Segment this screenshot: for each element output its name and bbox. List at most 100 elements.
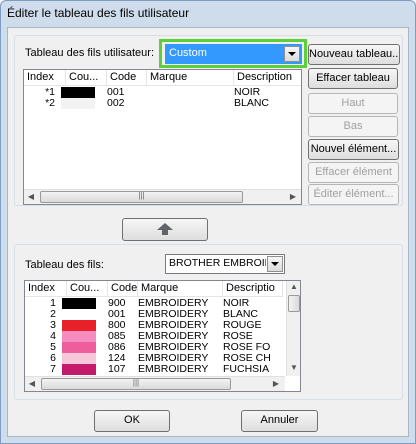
cell-index: 6 (50, 353, 56, 364)
cell-description: FUCHSIA (223, 364, 270, 375)
table-row[interactable]: *2 002 BLANC (24, 98, 300, 109)
column-header-index[interactable]: Index (24, 70, 66, 86)
scroll-up-icon[interactable]: ▲ (289, 282, 299, 292)
user-list-hscrollbar[interactable]: ◀ ||| ▶ (24, 189, 301, 204)
cell-color-swatch (59, 364, 105, 375)
cell-code: 001 (107, 87, 125, 98)
dialog-window: Éditer le tableau des fils utilisateur T… (0, 0, 416, 444)
dialog-client: Tableau des fils utilisateur: Custom Ind… (7, 27, 409, 437)
column-header-description[interactable]: Descriptio (223, 281, 283, 297)
cell-brand: EMBROIDERY (138, 342, 209, 353)
cell-brand: EMBROIDERY (138, 298, 209, 309)
cell-brand: EMBROIDERY (138, 331, 209, 342)
cell-description: ROUGE (223, 320, 262, 331)
column-header-index[interactable]: Index (25, 281, 67, 297)
cell-brand (144, 87, 231, 98)
cell-code: 086 (108, 342, 126, 353)
table-row[interactable]: *1 001 NOIR (24, 87, 300, 98)
thread-list[interactable]: Index Cou... Code Marque Descriptio 1 900… (24, 280, 301, 392)
cell-index: 4 (50, 331, 56, 342)
cell-code: 001 (108, 309, 126, 320)
cell-color-swatch (59, 353, 105, 364)
cell-color-swatch (59, 309, 105, 320)
edit-element-button[interactable]: Éditer élément... (308, 184, 399, 205)
color-swatch (62, 353, 96, 364)
cancel-button[interactable]: Annuler (241, 410, 318, 432)
cell-index: 3 (50, 320, 56, 331)
color-swatch (62, 309, 96, 320)
color-swatch (61, 98, 95, 109)
cell-description: ROSE CH (223, 353, 271, 364)
chevron-down-icon[interactable] (267, 256, 283, 272)
scroll-thumb[interactable]: ||| (40, 191, 243, 203)
thread-list-hscrollbar[interactable]: ◀ ||| ▶ (25, 376, 285, 391)
cell-color-swatch (58, 98, 104, 109)
cell-code: 800 (108, 320, 126, 331)
scroll-thumb[interactable] (288, 295, 300, 312)
cell-color-swatch (59, 331, 105, 342)
table-row[interactable]: 3 800 EMBROIDERY ROUGE (25, 320, 280, 331)
color-swatch (62, 331, 96, 342)
user-table-label: Tableau des fils utilisateur: (25, 47, 155, 59)
column-header-description[interactable]: Description (234, 70, 301, 86)
cell-code: 002 (107, 98, 125, 109)
ok-button[interactable]: OK (94, 410, 170, 432)
thread-list-rows: 1 900 EMBROIDERY NOIR 2 001 EMBROIDERY BLANC 3 80… (25, 298, 280, 376)
thread-table-select-value: BROTHER EMBROIDEF (169, 257, 266, 269)
table-row[interactable]: 6 124 EMBROIDERY ROSE CH (25, 353, 280, 364)
chevron-down-icon[interactable] (284, 46, 300, 62)
cell-brand: EMBROIDERY (138, 353, 209, 364)
color-swatch (61, 87, 95, 98)
scroll-thumb[interactable]: ||| (41, 378, 231, 390)
move-down-button[interactable]: Bas (308, 116, 398, 137)
cell-description: ROSE FO (223, 342, 271, 353)
table-row[interactable]: 7 107 EMBROIDERY FUCHSIA (25, 364, 280, 375)
user-thread-list[interactable]: Index Cou... Code Marque Description *1 0… (23, 69, 302, 205)
column-header-brand[interactable]: Marque (147, 70, 234, 86)
copy-up-button[interactable] (122, 218, 208, 241)
delete-table-button[interactable]: Effacer tableau (308, 68, 398, 89)
cell-color-swatch (58, 87, 104, 98)
user-list-rows: *1 001 NOIR *2 002 BLANC (24, 87, 300, 109)
thread-table-select[interactable]: BROTHER EMBROIDEF (165, 254, 285, 274)
move-up-button[interactable]: Haut (308, 93, 398, 114)
cell-code: 900 (108, 298, 126, 309)
cell-brand (144, 98, 231, 109)
scroll-down-icon[interactable]: ▼ (289, 363, 299, 373)
cell-code: 085 (108, 331, 126, 342)
scroll-left-icon[interactable]: ◀ (26, 192, 36, 202)
column-header-color[interactable]: Cou... (66, 70, 107, 86)
cell-index: 2 (50, 309, 56, 320)
thread-list-header: Index Cou... Code Marque Descriptio (25, 281, 283, 297)
table-row[interactable]: 4 085 EMBROIDERY ROSE (25, 331, 280, 342)
new-element-button[interactable]: Nouvel élément... (308, 139, 399, 160)
cell-index: *1 (45, 87, 55, 98)
cell-description: NOIR (223, 298, 250, 309)
cell-index: 7 (50, 364, 56, 375)
column-header-code[interactable]: Code (108, 281, 138, 297)
color-swatch (62, 342, 96, 353)
cell-color-swatch (59, 298, 105, 309)
color-swatch (62, 298, 96, 309)
column-header-brand[interactable]: Marque (138, 281, 223, 297)
color-swatch (62, 364, 96, 375)
delete-element-button[interactable]: Effacer élément (308, 162, 399, 183)
table-row[interactable]: 2 001 EMBROIDERY BLANC (25, 309, 280, 320)
cell-description: BLANC (223, 309, 259, 320)
thread-table-label: Tableau des fils: (25, 259, 104, 271)
user-table-select-value: Custom (169, 47, 207, 59)
column-header-color[interactable]: Cou... (67, 281, 108, 297)
column-header-code[interactable]: Code (107, 70, 147, 86)
cell-description: BLANC (234, 98, 270, 109)
new-table-button[interactable]: Nouveau tableau... (308, 44, 400, 65)
scroll-left-icon[interactable]: ◀ (27, 379, 37, 389)
arrow-up-icon (157, 223, 173, 235)
user-table-select[interactable]: Custom (165, 44, 302, 64)
scroll-right-icon[interactable]: ▶ (271, 379, 281, 389)
table-row[interactable]: 1 900 EMBROIDERY NOIR (25, 298, 280, 309)
table-row[interactable]: 5 086 EMBROIDERY ROSE FO (25, 342, 280, 353)
thread-list-vscrollbar[interactable]: ▲ ▼ (286, 281, 300, 376)
scroll-right-icon[interactable]: ▶ (288, 192, 298, 202)
cell-brand: EMBROIDERY (138, 364, 209, 375)
cell-index: 1 (50, 298, 56, 309)
